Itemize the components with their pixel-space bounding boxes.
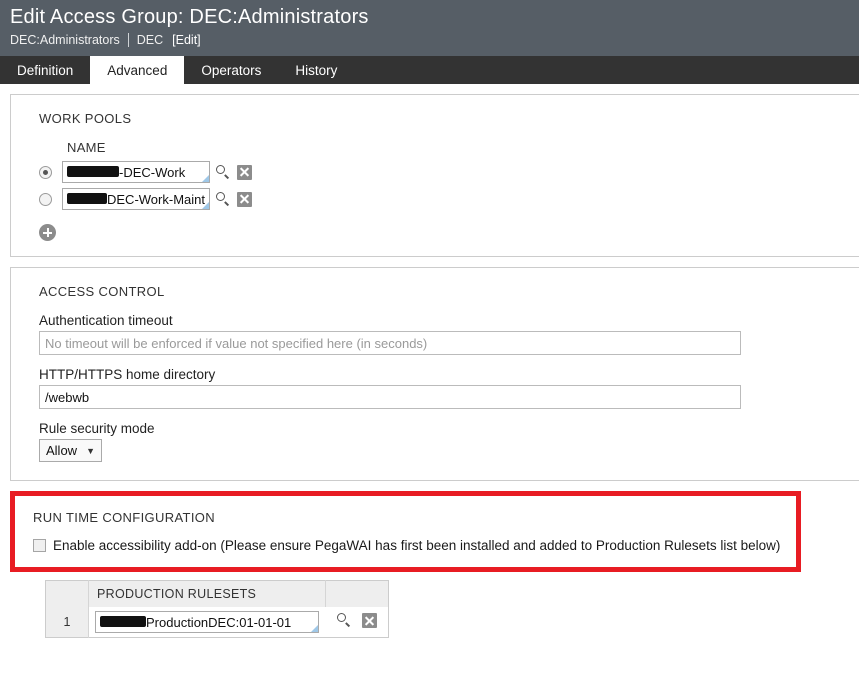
breadcrumb-primary: DEC:Administrators [10,33,120,47]
work-pool-radio-2[interactable] [39,192,52,206]
rule-security-mode-value: Allow [46,443,78,458]
rulesets-index-header [45,580,89,607]
delete-x-icon [237,191,252,207]
accessibility-row: Enable accessibility add-on (Please ensu… [33,538,796,553]
work-pool-name-input-2[interactable]: DEC-Work-Maint [62,188,210,210]
page-title: Edit Access Group: DEC:Administrators [10,6,369,28]
work-pool-row: -DEC-Work [39,161,859,183]
delete-x-icon [237,164,252,180]
app-header: Edit Access Group: DEC:Administrators DE… [0,0,859,56]
enable-accessibility-label: Enable accessibility add-on (Please ensu… [53,538,781,553]
work-pool-name-wrap-2: DEC-Work-Maint [62,188,210,210]
table-row: 1 ProductionDEC:01-01-01 [45,607,388,638]
redaction-mark [67,165,119,177]
rule-security-mode-label: Rule security mode [39,421,155,436]
work-pool-delete-button-1[interactable] [237,164,252,180]
work-pool-name-input-1[interactable]: -DEC-Work [62,161,210,183]
access-control-panel: ACCESS CONTROL Authentication timeout HT… [10,267,859,481]
runtime-configuration-panel: RUN TIME CONFIGURATION Enable accessibil… [10,491,801,572]
breadcrumb-separator [127,33,129,47]
work-pool-delete-button-2[interactable] [237,191,252,207]
work-pool-radio-1[interactable] [39,165,52,179]
add-work-pool-button[interactable] [39,224,56,241]
tab-operators[interactable]: Operators [184,56,278,84]
tab-definition[interactable]: Definition [0,56,90,84]
work-pools-panel: WORK POOLS NAME -DEC-Work DEC-Work-Maint [10,94,859,257]
runtime-configuration-title: RUN TIME CONFIGURATION [33,510,215,525]
work-pool-name-text-2: DEC-Work-Maint [107,191,205,207]
table-header-row: PRODUCTION RULESETS [45,580,388,607]
redaction-mark [100,615,146,627]
auth-timeout-input[interactable] [39,331,741,355]
magnifier-icon [216,191,231,207]
ruleset-name-text: ProductionDEC:01-01-01 [146,614,292,630]
redaction-mark [67,192,107,204]
work-pools-title: WORK POOLS [39,111,132,126]
content-area: WORK POOLS NAME -DEC-Work DEC-Work-Maint [0,84,859,638]
tab-history[interactable]: History [278,56,354,84]
ruleset-name-input[interactable]: ProductionDEC:01-01-01 [95,611,319,633]
auth-timeout-label: Authentication timeout [39,313,173,328]
breadcrumb-edit-link[interactable]: [Edit] [172,32,201,48]
work-pool-name-wrap-1: -DEC-Work [62,161,210,183]
work-pool-name-text-1: -DEC-Work [119,164,186,180]
work-pools-name-header: NAME [67,140,106,155]
tab-bar: Definition Advanced Operators History [0,56,859,84]
ruleset-name-wrap: ProductionDEC:01-01-01 [95,611,319,633]
magnifier-icon [216,164,231,180]
magnifier-icon [337,613,352,628]
tab-advanced[interactable]: Advanced [90,56,185,84]
rulesets-name-header: PRODUCTION RULESETS [88,580,326,607]
home-directory-input[interactable] [39,385,741,409]
access-control-title: ACCESS CONTROL [39,284,165,299]
ruleset-search-button[interactable] [337,613,352,628]
production-rulesets-wrap: PRODUCTION RULESETS 1 ProductionDEC:01-0… [10,580,859,638]
delete-x-icon [361,613,377,628]
ruleset-delete-button[interactable] [361,613,377,628]
chevron-down-icon: ▼ [86,446,95,456]
work-pool-search-button-1[interactable] [216,164,231,180]
work-pool-search-button-2[interactable] [216,191,231,207]
rulesets-actions-header [325,580,388,607]
breadcrumb-secondary: DEC [136,33,164,47]
enable-accessibility-checkbox[interactable] [33,539,46,552]
ruleset-name-cell: ProductionDEC:01-01-01 [88,607,325,638]
ruleset-row-index: 1 [45,607,89,638]
breadcrumb: DEC:Administrators DEC [Edit] [10,32,859,48]
production-rulesets-table: PRODUCTION RULESETS 1 ProductionDEC:01-0… [45,580,389,638]
rule-security-mode-select[interactable]: Allow ▼ [39,439,102,462]
ruleset-actions-cell [325,607,388,638]
work-pool-row: DEC-Work-Maint [39,188,859,210]
home-directory-label: HTTP/HTTPS home directory [39,367,216,382]
